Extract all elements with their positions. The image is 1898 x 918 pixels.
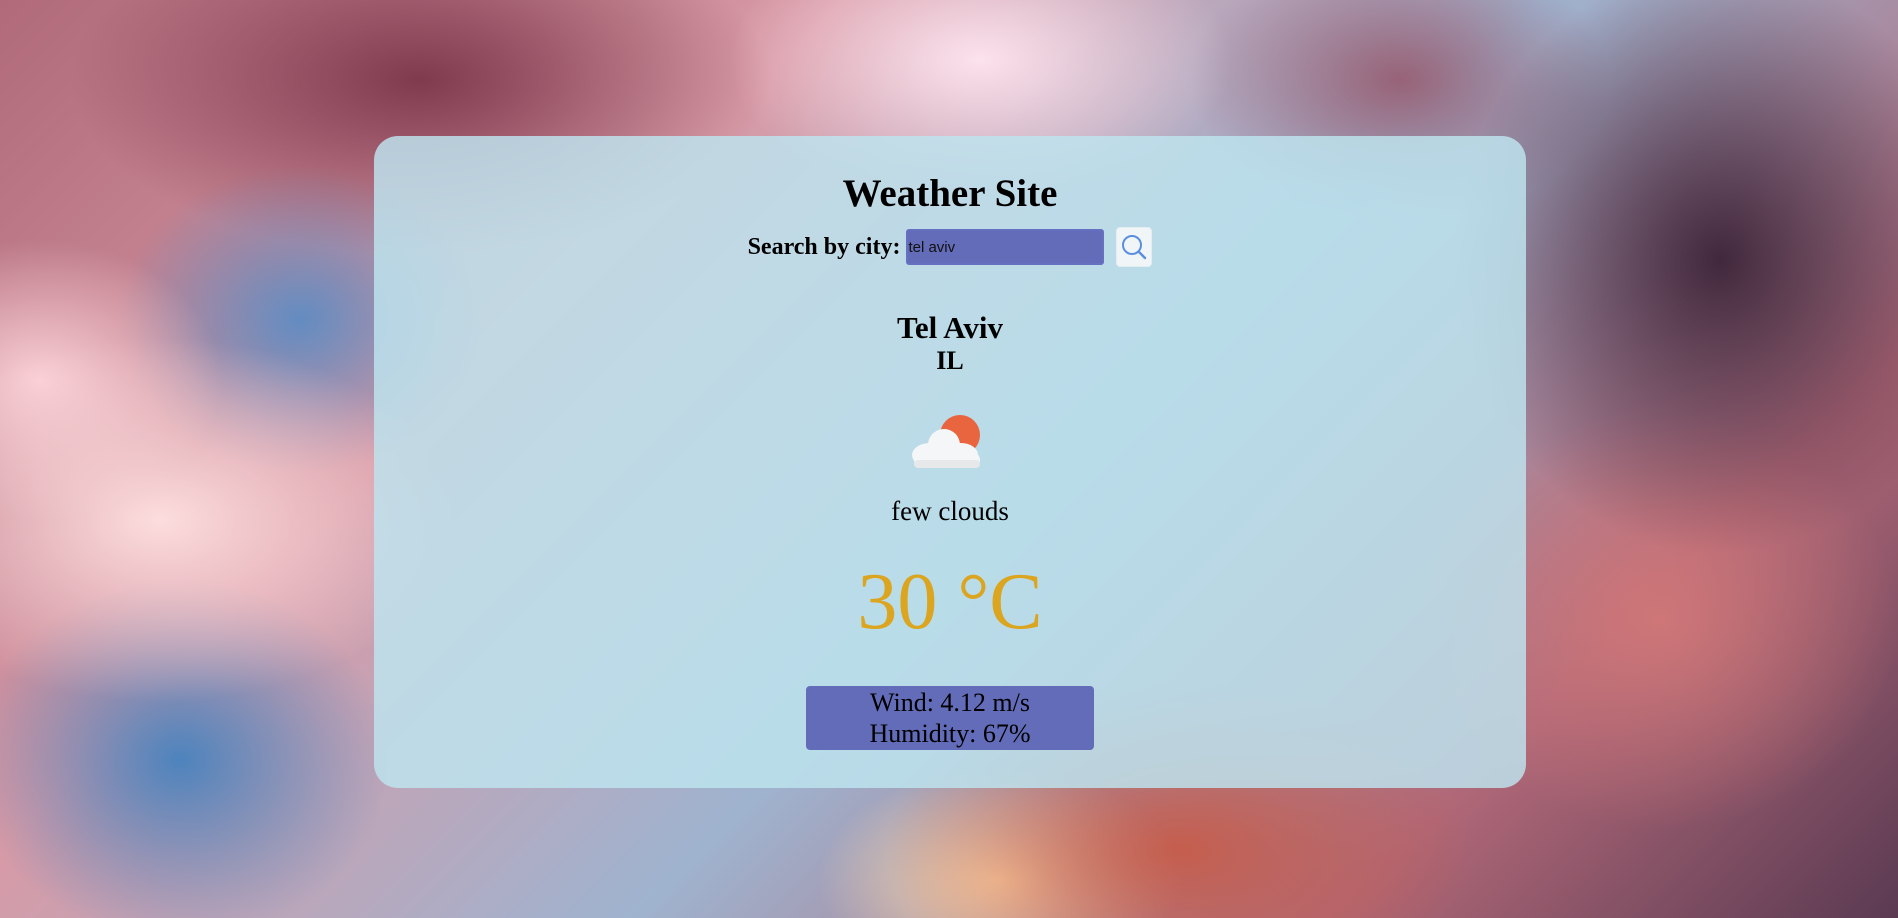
few-clouds-icon xyxy=(912,415,980,468)
wind-speed: Wind: 4.12 m/s xyxy=(869,688,1030,717)
search-button[interactable] xyxy=(1116,227,1153,267)
search-bar: Search by city: xyxy=(374,226,1526,268)
weather-details: Wind: 4.12 m/s Humidity: 67% xyxy=(806,686,1094,750)
temperature: 30 °C xyxy=(857,558,1043,646)
weather-description: few clouds xyxy=(891,496,1009,526)
search-input[interactable] xyxy=(906,229,1105,265)
humidity: Humidity: 67% xyxy=(869,719,1031,748)
page-title: Weather Site xyxy=(842,172,1058,215)
country-code: IL xyxy=(936,346,964,375)
city-name: Tel Aviv xyxy=(897,310,1003,345)
search-icon xyxy=(1122,235,1147,260)
search-label: Search by city: xyxy=(747,233,901,260)
weather-card: Weather Site Search by city: Tel Aviv IL… xyxy=(374,136,1526,788)
